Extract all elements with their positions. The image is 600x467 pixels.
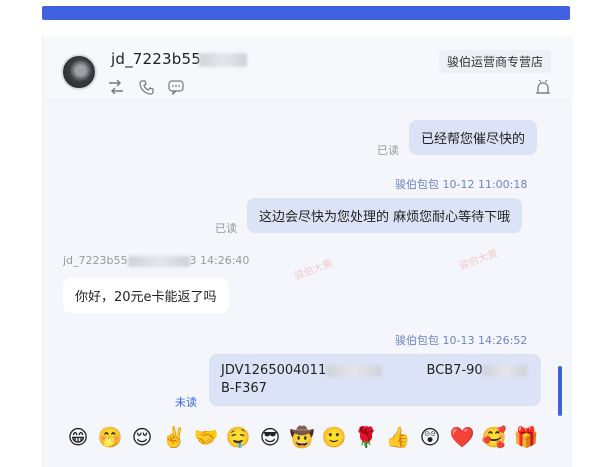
emoji-gift[interactable]: 🎁 (513, 424, 539, 450)
emoji-victory[interactable]: ✌️ (161, 424, 187, 450)
message-time: 10-12 11:00:18 (442, 178, 528, 191)
message-time: 10-13 14:26:52 (442, 334, 528, 347)
top-accent-bar (42, 6, 570, 20)
redacted-blur (198, 52, 247, 67)
message-bubble-outgoing: JDV1265004011 BCB7-90 B-F367 (209, 354, 541, 406)
redacted-blur (326, 364, 383, 377)
emoji-rose[interactable]: 🌹 (353, 424, 379, 450)
message-sender-meta: 骏伯包包 10-12 11:00:18 (395, 176, 527, 192)
code-text: B-F367 (221, 381, 267, 396)
chat-username: jd_7223b55 (111, 50, 247, 68)
header-actions (107, 78, 185, 96)
sender-name: 骏伯包包 (395, 178, 439, 191)
scrollbar[interactable] (558, 366, 562, 416)
bell-icon[interactable] (535, 79, 551, 96)
message-sender-meta: 骏伯包包 10-13 14:26:52 (395, 332, 527, 348)
watermark-text: 骏伯大黄 (458, 248, 500, 273)
read-status: 已读 (215, 222, 237, 235)
emoji-thumbs-up[interactable]: 👍 (385, 424, 411, 450)
emoji-grin[interactable]: 😁 (65, 424, 91, 450)
username-text: jd_7223b55 (111, 50, 201, 68)
message-bubble-outgoing: 这边会尽快为您处理的 麻烦您耐心等待下哦 (247, 198, 523, 233)
emoji-heart[interactable]: ❤️ (449, 424, 475, 450)
emoji-astonished[interactable]: 😲 (417, 424, 443, 450)
phone-icon[interactable] (137, 78, 155, 96)
code-text: JDV1265004011 (221, 363, 327, 378)
avatar[interactable] (61, 54, 97, 90)
message-bubble-incoming: 你好，20元e卡能返了吗 (63, 278, 229, 313)
message-bubble-outgoing: 已经帮您催尽快的 (409, 120, 538, 155)
sender-name: jd_7223b55 (63, 254, 128, 267)
chat-window: jd_7223b55 骏伯运营商专营店 已经帮您催尽快的 已读 骏伯包包 10-… (42, 36, 573, 467)
redacted-blur (482, 364, 527, 377)
message-sender-meta: jd_7223b55 3 14:26:40 (63, 254, 249, 267)
emoji-cowboy[interactable]: 🤠 (289, 424, 315, 450)
transfer-icon[interactable] (107, 78, 125, 96)
emoji-bar: 😁 🤭 😌 ✌️ 🤝 🤤 😎 🤠 🙂 🌹 👍 😲 ❤️ 🥰 🎁 (65, 424, 539, 450)
store-name-tag[interactable]: 骏伯运营商专营店 (438, 50, 551, 73)
emoji-handshake[interactable]: 🤝 (193, 424, 219, 450)
watermark: 骏伯大黄 (292, 255, 335, 283)
emoji-love[interactable]: 🥰 (481, 424, 507, 450)
code-text: BCB7-90 (426, 363, 483, 378)
watermark: 骏伯大黄 (457, 245, 500, 273)
unread-status: 未读 (175, 396, 197, 409)
emoji-sunglasses[interactable]: 😎 (257, 424, 283, 450)
emoji-smile[interactable]: 🙂 (321, 424, 347, 450)
redacted-blur (127, 255, 190, 267)
message-time: 3 14:26:40 (189, 254, 250, 267)
emoji-drool[interactable]: 🤤 (225, 424, 251, 450)
sender-name: 骏伯包包 (395, 334, 439, 347)
emoji-hand-over-mouth[interactable]: 🤭 (97, 424, 123, 450)
message-icon[interactable] (167, 78, 185, 96)
emoji-relieved[interactable]: 😌 (129, 424, 155, 450)
chat-header: jd_7223b55 骏伯运营商专营店 (43, 36, 573, 100)
read-status: 已读 (377, 144, 399, 157)
watermark-text: 骏伯大黄 (293, 258, 335, 283)
